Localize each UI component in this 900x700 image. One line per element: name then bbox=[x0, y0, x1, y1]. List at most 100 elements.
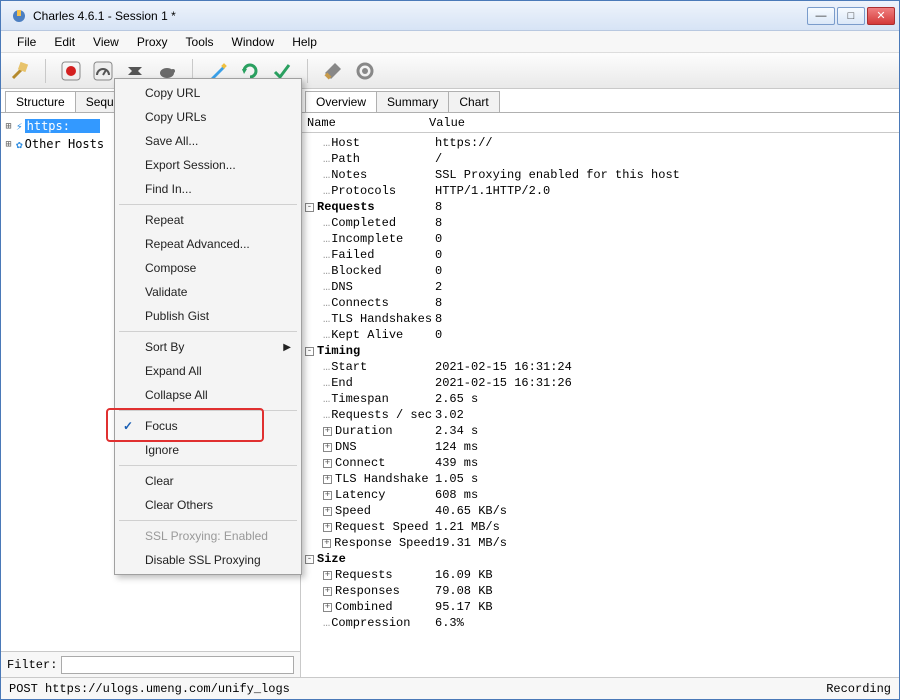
collapse-icon[interactable]: - bbox=[305, 203, 314, 212]
overview-row[interactable]: …Requests / sec3.02 bbox=[301, 407, 899, 423]
maximize-button[interactable]: □ bbox=[837, 7, 865, 25]
overview-row[interactable]: …Hosthttps:// bbox=[301, 135, 899, 151]
filter-input[interactable] bbox=[61, 656, 294, 674]
menu-item-copy-url[interactable]: Copy URL bbox=[117, 81, 299, 105]
overview-value: 1.05 s bbox=[435, 472, 478, 486]
overview-row[interactable]: …Incomplete0 bbox=[301, 231, 899, 247]
overview-row[interactable]: …Kept Alive0 bbox=[301, 327, 899, 343]
menu-item-focus[interactable]: ✓Focus bbox=[117, 414, 299, 438]
expand-icon[interactable]: + bbox=[323, 603, 332, 612]
menu-item-copy-urls[interactable]: Copy URLs bbox=[117, 105, 299, 129]
menu-item-ignore[interactable]: Ignore bbox=[117, 438, 299, 462]
overview-row[interactable]: -Requests8 bbox=[301, 199, 899, 215]
menu-item-export-session-[interactable]: Export Session... bbox=[117, 153, 299, 177]
record-icon[interactable] bbox=[60, 60, 82, 82]
menu-view[interactable]: View bbox=[85, 33, 127, 51]
expand-icon[interactable]: + bbox=[323, 523, 332, 532]
overview-value: 8 bbox=[435, 312, 442, 326]
overview-row[interactable]: +TLS Handshake1.05 s bbox=[301, 471, 899, 487]
context-menu[interactable]: Copy URLCopy URLsSave All...Export Sessi… bbox=[114, 78, 302, 575]
overview-col-value[interactable]: Value bbox=[429, 116, 899, 130]
menu-item-save-all-[interactable]: Save All... bbox=[117, 129, 299, 153]
menu-item-clear[interactable]: Clear bbox=[117, 469, 299, 493]
expand-icon[interactable]: + bbox=[323, 443, 332, 452]
menu-item-repeat[interactable]: Repeat bbox=[117, 208, 299, 232]
overview-row[interactable]: …Blocked0 bbox=[301, 263, 899, 279]
menu-edit[interactable]: Edit bbox=[46, 33, 83, 51]
menu-item-expand-all[interactable]: Expand All bbox=[117, 359, 299, 383]
filter-row: Filter: bbox=[1, 651, 300, 677]
overview-value: 8 bbox=[435, 200, 442, 214]
menu-item-publish-gist[interactable]: Publish Gist bbox=[117, 304, 299, 328]
expand-icon[interactable]: + bbox=[323, 571, 332, 580]
overview-row[interactable]: …Start2021-02-15 16:31:24 bbox=[301, 359, 899, 375]
settings-icon[interactable] bbox=[354, 60, 376, 82]
menu-file[interactable]: File bbox=[9, 33, 44, 51]
overview-name: Size bbox=[317, 552, 346, 566]
overview-row[interactable]: …Completed8 bbox=[301, 215, 899, 231]
collapse-icon[interactable]: - bbox=[305, 347, 314, 356]
overview-row[interactable]: +Requests16.09 KB bbox=[301, 567, 899, 583]
overview-row[interactable]: +Connect439 ms bbox=[301, 455, 899, 471]
overview-row[interactable]: -Timing bbox=[301, 343, 899, 359]
overview-row[interactable]: …End2021-02-15 16:31:26 bbox=[301, 375, 899, 391]
tab-summary[interactable]: Summary bbox=[376, 91, 449, 112]
expand-icon[interactable]: + bbox=[323, 427, 332, 436]
overview-row[interactable]: +Responses79.08 KB bbox=[301, 583, 899, 599]
expand-icon[interactable]: + bbox=[323, 491, 332, 500]
menu-help[interactable]: Help bbox=[284, 33, 325, 51]
menu-item-compose[interactable]: Compose bbox=[117, 256, 299, 280]
overview-row[interactable]: …DNS2 bbox=[301, 279, 899, 295]
menu-proxy[interactable]: Proxy bbox=[129, 33, 176, 51]
overview-row[interactable]: …ProtocolsHTTP/1.1HTTP/2.0 bbox=[301, 183, 899, 199]
menu-item-disable-ssl-proxying[interactable]: Disable SSL Proxying bbox=[117, 548, 299, 572]
overview-row[interactable]: +Latency608 ms bbox=[301, 487, 899, 503]
overview-row[interactable]: +Duration2.34 s bbox=[301, 423, 899, 439]
gear-icon: ✿ bbox=[16, 138, 23, 151]
throttle-icon[interactable] bbox=[92, 60, 114, 82]
overview-row[interactable]: +Response Speed19.31 MB/s bbox=[301, 535, 899, 551]
menu-window[interactable]: Window bbox=[224, 33, 283, 51]
overview-name: Host bbox=[331, 136, 360, 150]
overview-value: 2021-02-15 16:31:24 bbox=[435, 360, 572, 374]
overview-row[interactable]: …NotesSSL Proxying enabled for this host bbox=[301, 167, 899, 183]
overview-row[interactable]: …Connects8 bbox=[301, 295, 899, 311]
expand-icon[interactable]: + bbox=[323, 507, 332, 516]
broom-icon[interactable] bbox=[9, 60, 31, 82]
menu-item-collapse-all[interactable]: Collapse All bbox=[117, 383, 299, 407]
tab-structure[interactable]: Structure bbox=[5, 91, 76, 112]
overview-row[interactable]: …TLS Handshakes8 bbox=[301, 311, 899, 327]
expand-icon[interactable]: ⊞ bbox=[3, 139, 14, 150]
expand-icon[interactable]: + bbox=[323, 475, 332, 484]
menu-item-find-in-[interactable]: Find In... bbox=[117, 177, 299, 201]
overview-row[interactable]: …Failed0 bbox=[301, 247, 899, 263]
overview-value: 8 bbox=[435, 296, 442, 310]
close-button[interactable]: ✕ bbox=[867, 7, 895, 25]
tools-icon[interactable] bbox=[322, 60, 344, 82]
expand-icon[interactable]: + bbox=[323, 459, 332, 468]
overview-row[interactable]: +DNS124 ms bbox=[301, 439, 899, 455]
minimize-button[interactable]: — bbox=[807, 7, 835, 25]
overview-body[interactable]: …Hosthttps:// …Path/…NotesSSL Proxying e… bbox=[301, 133, 899, 677]
menu-item-validate[interactable]: Validate bbox=[117, 280, 299, 304]
overview-row[interactable]: +Speed40.65 KB/s bbox=[301, 503, 899, 519]
collapse-icon[interactable]: - bbox=[305, 555, 314, 564]
tab-overview[interactable]: Overview bbox=[305, 91, 377, 112]
overview-row[interactable]: …Path/ bbox=[301, 151, 899, 167]
overview-row[interactable]: …Timespan2.65 s bbox=[301, 391, 899, 407]
menu-item-repeat-advanced-[interactable]: Repeat Advanced... bbox=[117, 232, 299, 256]
menu-item-sort-by[interactable]: Sort By▶ bbox=[117, 335, 299, 359]
overview-value: 95.17 KB bbox=[435, 600, 493, 614]
expand-icon[interactable]: ⊞ bbox=[3, 121, 14, 132]
tab-chart[interactable]: Chart bbox=[448, 91, 499, 112]
overview-col-name[interactable]: Name bbox=[301, 116, 429, 130]
overview-row[interactable]: …Compression6.3% bbox=[301, 615, 899, 631]
overview-row[interactable]: -Size bbox=[301, 551, 899, 567]
menu-item-clear-others[interactable]: Clear Others bbox=[117, 493, 299, 517]
menu-tools[interactable]: Tools bbox=[178, 33, 222, 51]
overview-row[interactable]: +Combined95.17 KB bbox=[301, 599, 899, 615]
expand-icon[interactable]: + bbox=[322, 539, 331, 548]
expand-icon[interactable]: + bbox=[323, 587, 332, 596]
overview-value: 2 bbox=[435, 280, 442, 294]
overview-row[interactable]: +Request Speed1.21 MB/s bbox=[301, 519, 899, 535]
